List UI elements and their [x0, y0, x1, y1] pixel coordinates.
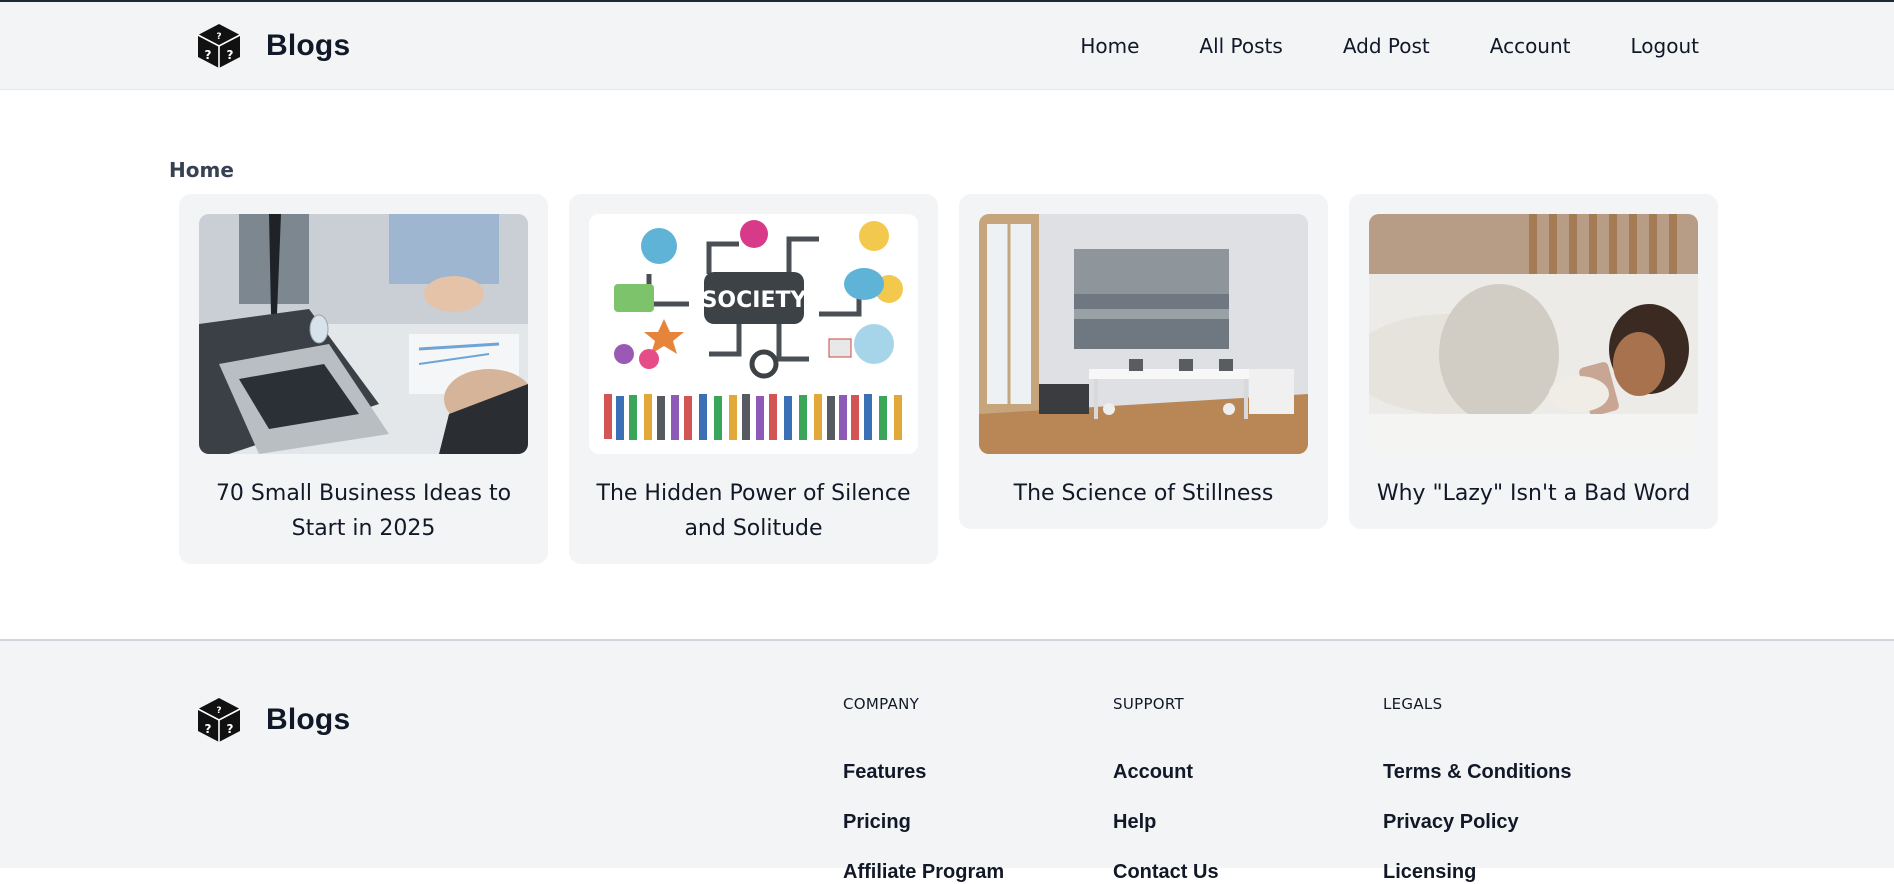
brand-name: Blogs [266, 29, 351, 62]
nav-all-posts[interactable]: All Posts [1199, 34, 1282, 58]
svg-text:?: ? [216, 706, 221, 716]
post-image-society: SOCIETY [589, 214, 918, 454]
main-nav: Home All Posts Add Post Account Logout [1020, 34, 1699, 58]
footer-link-licensing[interactable]: Licensing [1383, 861, 1572, 884]
post-grid: 70 Small Business Ideas to Start in 2025… [179, 194, 1719, 564]
footer-heading: SUPPORT [1113, 695, 1184, 713]
svg-text:?: ? [205, 722, 212, 736]
post-image-office-meeting [199, 214, 528, 454]
post-card[interactable]: SOCIETY The Hidden Power of Silence and … [569, 194, 938, 564]
post-card[interactable]: The Science of Stillness [959, 194, 1328, 529]
footer-link-privacy[interactable]: Privacy Policy [1383, 811, 1572, 834]
footer-column-company: COMPANY Features Pricing Affiliate Progr… [843, 695, 1004, 884]
footer: ? ? ? Blogs COMPANY Features Pricing Aff… [0, 639, 1894, 883]
dice-question-icon: ? ? ? [197, 698, 241, 742]
footer-brand[interactable]: ? ? ? Blogs [196, 696, 350, 744]
nav-account[interactable]: Account [1490, 34, 1571, 58]
footer-link-affiliate[interactable]: Affiliate Program [843, 861, 1004, 884]
footer-link-terms[interactable]: Terms & Conditions [1383, 761, 1572, 784]
post-card[interactable]: Why "Lazy" Isn't a Bad Word [1349, 194, 1718, 529]
post-title[interactable]: The Hidden Power of Silence and Solitude [589, 476, 918, 546]
svg-text:?: ? [205, 48, 212, 62]
nav-logout[interactable]: Logout [1631, 34, 1699, 58]
footer-link-help[interactable]: Help [1113, 811, 1219, 834]
nav-home[interactable]: Home [1080, 34, 1139, 58]
footer-column-support: SUPPORT Account Help Contact Us [1113, 695, 1219, 884]
footer-brand-name: Blogs [266, 703, 351, 736]
breadcrumb: Home [169, 158, 234, 182]
post-card[interactable]: 70 Small Business Ideas to Start in 2025 [179, 194, 548, 564]
navbar: ? ? ? Blogs Home All Posts Add Post Acco… [0, 2, 1894, 90]
post-image-empty-office [979, 214, 1308, 454]
dice-question-icon: ? ? ? [197, 24, 241, 68]
nav-add-post[interactable]: Add Post [1343, 34, 1430, 58]
footer-heading: LEGALS [1383, 695, 1443, 713]
post-title[interactable]: The Science of Stillness [979, 476, 1308, 511]
footer-link-features[interactable]: Features [843, 761, 1004, 784]
post-title[interactable]: 70 Small Business Ideas to Start in 2025 [199, 476, 528, 546]
svg-text:?: ? [227, 48, 234, 62]
footer-link-contact[interactable]: Contact Us [1113, 861, 1219, 884]
society-label: SOCIETY [702, 288, 808, 313]
footer-heading: COMPANY [843, 695, 920, 713]
footer-link-pricing[interactable]: Pricing [843, 811, 1004, 834]
svg-text:?: ? [227, 722, 234, 736]
brand[interactable]: ? ? ? Blogs [196, 22, 350, 70]
svg-text:?: ? [216, 32, 221, 42]
post-image-woman-in-bed [1369, 214, 1698, 454]
footer-link-account[interactable]: Account [1113, 761, 1219, 784]
footer-column-legals: LEGALS Terms & Conditions Privacy Policy… [1383, 695, 1572, 884]
post-title[interactable]: Why "Lazy" Isn't a Bad Word [1369, 476, 1698, 511]
